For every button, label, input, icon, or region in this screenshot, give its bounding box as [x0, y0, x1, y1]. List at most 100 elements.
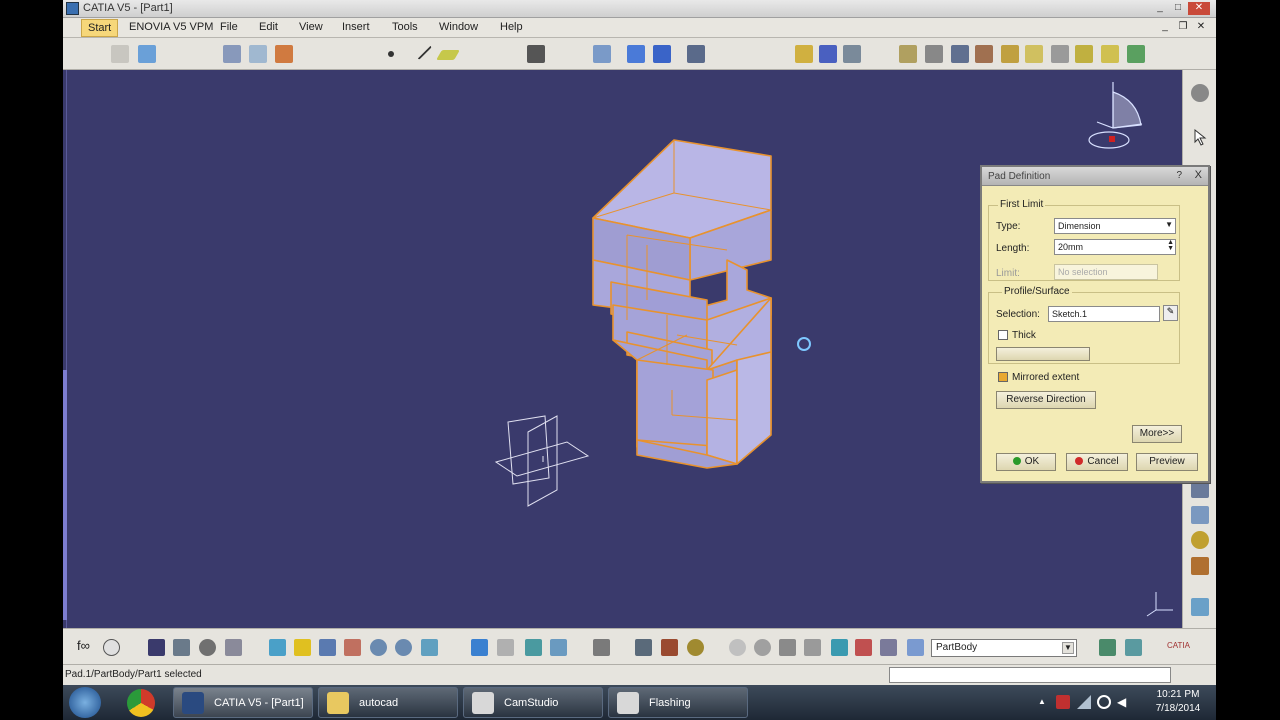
bottle-icon[interactable]	[687, 639, 704, 656]
doc-restore-icon[interactable]: ❐	[1176, 20, 1190, 34]
menu-view[interactable]: View	[299, 21, 323, 33]
mirrored-extent-checkbox[interactable]	[998, 372, 1008, 382]
tray-flag-icon[interactable]	[1056, 695, 1070, 709]
spinner-icon[interactable]: ▲ ▼	[1167, 239, 1174, 252]
doc-minimize-icon[interactable]: _	[1158, 20, 1172, 34]
sketch-axis-icon[interactable]	[223, 45, 241, 63]
shaft-icon[interactable]	[951, 45, 969, 63]
menu-tools[interactable]: Tools	[392, 21, 418, 33]
taskbar-item-catia[interactable]: CATIA V5 - [Part1]	[173, 687, 313, 718]
mirror-icon[interactable]	[1191, 531, 1209, 549]
constraint-icon[interactable]	[729, 639, 746, 656]
scale-icon[interactable]	[1191, 598, 1209, 616]
swap-space-icon[interactable]	[550, 639, 567, 656]
plane-icon[interactable]	[436, 50, 460, 60]
select-arrow-icon[interactable]	[1191, 128, 1209, 146]
normal-view-icon[interactable]	[421, 639, 438, 656]
menu-edit[interactable]: Edit	[259, 21, 278, 33]
fly-icon[interactable]	[269, 639, 286, 656]
chrome-icon[interactable]	[127, 689, 155, 717]
pad-part[interactable]	[592, 139, 772, 469]
current-body-select[interactable]: PartBody ▼	[931, 639, 1077, 657]
shading-icon[interactable]	[497, 639, 514, 656]
menu-window[interactable]: Window	[439, 21, 478, 33]
remove-loft-icon[interactable]	[1127, 45, 1145, 63]
taskbar-item-flashing[interactable]: Flashing	[608, 687, 748, 718]
new-icon[interactable]	[111, 45, 129, 63]
maximize-button[interactable]: □	[1170, 2, 1186, 15]
groove-icon[interactable]	[975, 45, 993, 63]
grid-icon[interactable]	[653, 45, 671, 63]
thick-checkbox[interactable]	[998, 330, 1008, 340]
inertia-icon[interactable]	[880, 639, 897, 656]
translate-icon[interactable]	[1191, 506, 1209, 524]
comment-icon[interactable]	[103, 639, 120, 656]
open-icon[interactable]	[138, 45, 156, 63]
hide-show-icon[interactable]	[525, 639, 542, 656]
parameters-icon[interactable]	[635, 639, 652, 656]
more-button[interactable]: More>>	[1132, 425, 1182, 443]
iso-view-icon[interactable]	[471, 639, 488, 656]
ok-button[interactable]: OK	[996, 453, 1056, 471]
rib-icon[interactable]	[1025, 45, 1043, 63]
menu-start[interactable]: Start	[81, 19, 119, 37]
menu-enovia[interactable]: ENOVIA V5 VPM	[129, 21, 213, 33]
axis-icon[interactable]	[779, 639, 796, 656]
start-orb-icon[interactable]	[69, 687, 101, 718]
sketch-tool-icon[interactable]	[1099, 639, 1116, 656]
link-icon[interactable]	[173, 639, 190, 656]
hole-icon[interactable]	[1001, 45, 1019, 63]
catalog-icon[interactable]	[1125, 639, 1142, 656]
type-select[interactable]: Dimension ▼	[1054, 218, 1176, 234]
slot-icon[interactable]	[1051, 45, 1069, 63]
measure-icon[interactable]	[819, 45, 837, 63]
analysis-icon[interactable]	[754, 639, 771, 656]
cancel-button[interactable]: Cancel	[1066, 453, 1128, 471]
fit-all-icon[interactable]	[294, 639, 311, 656]
menu-file[interactable]: File	[220, 21, 238, 33]
sketcher-icon[interactable]	[1191, 84, 1209, 102]
chevron-down-icon[interactable]: ▼	[1062, 642, 1074, 654]
command-input[interactable]	[889, 667, 1171, 683]
chevron-down-icon[interactable]: ▼	[1165, 220, 1173, 229]
pocket-icon[interactable]	[925, 45, 943, 63]
formula-icon[interactable]	[795, 45, 813, 63]
camera-icon[interactable]	[527, 45, 545, 63]
preview-button[interactable]: Preview	[1136, 453, 1198, 471]
measure-between-icon[interactable]	[831, 639, 848, 656]
pad-icon[interactable]	[899, 45, 917, 63]
system-clock[interactable]: 10:21 PM 7/18/2014	[1148, 688, 1208, 716]
tree-icon[interactable]	[627, 45, 645, 63]
body-icon[interactable]	[907, 639, 924, 656]
swap-icon[interactable]	[593, 45, 611, 63]
close-button[interactable]: ✕	[1188, 2, 1210, 15]
snap-icon[interactable]	[687, 45, 705, 63]
tray-arrow-icon[interactable]: ▲	[1038, 697, 1046, 706]
rotate-icon[interactable]	[344, 639, 361, 656]
selection-field[interactable]: Sketch.1	[1048, 306, 1160, 322]
power-icon[interactable]	[1097, 695, 1111, 709]
boolean-icon[interactable]	[661, 639, 678, 656]
line-icon[interactable]	[412, 40, 432, 60]
stiffener-icon[interactable]	[1075, 45, 1093, 63]
scan-icon[interactable]	[225, 639, 242, 656]
sketch-edit-icon[interactable]: ✎	[1163, 305, 1178, 321]
pan-icon[interactable]	[319, 639, 336, 656]
help-button[interactable]: ?	[1176, 170, 1182, 181]
zoom-in-icon[interactable]	[370, 639, 387, 656]
menu-insert[interactable]: Insert	[342, 21, 370, 33]
taskbar-item-autocad[interactable]: autocad	[318, 687, 458, 718]
cut-icon[interactable]	[275, 45, 293, 63]
knowledge-icon[interactable]	[843, 45, 861, 63]
update-icon[interactable]	[593, 639, 610, 656]
length-field[interactable]: 20mm ▲ ▼	[1054, 239, 1176, 255]
doc-close-icon[interactable]: ✕	[1194, 20, 1208, 34]
pattern-icon[interactable]	[1191, 557, 1209, 575]
network-icon[interactable]	[1077, 695, 1091, 709]
minimize-button[interactable]: _	[1152, 2, 1168, 15]
fx-formula-icon[interactable]: f∞	[77, 638, 94, 655]
taskbar-item-camstudio[interactable]: CamStudio	[463, 687, 603, 718]
volume-icon[interactable]: ◀	[1117, 695, 1131, 709]
thin-params-button[interactable]	[996, 347, 1090, 361]
loft-icon[interactable]	[1101, 45, 1119, 63]
